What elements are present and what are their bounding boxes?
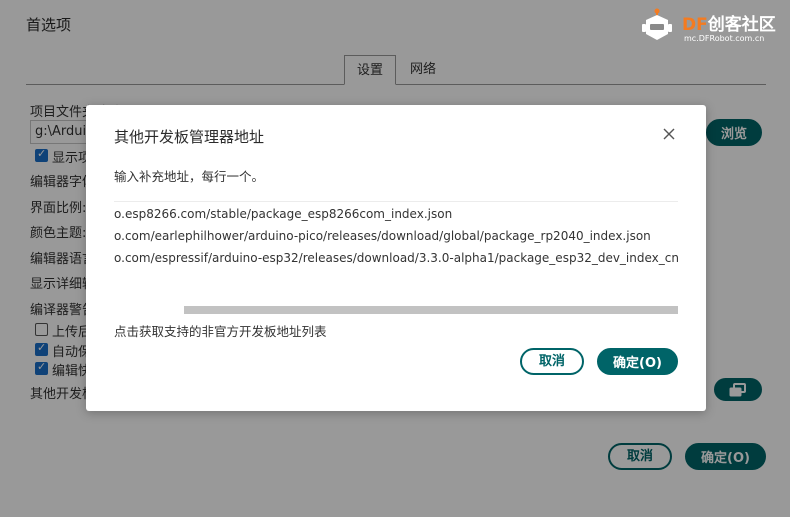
horizontal-scrollbar-thumb[interactable]	[184, 306, 678, 314]
dfrobot-watermark: DF创客社区 mc.DFRobot.com.cn	[640, 6, 790, 50]
urls-textarea[interactable]: o.esp8266.com/stable/package_esp8266com_…	[114, 201, 678, 314]
dialog-cancel-button[interactable]: 取消	[520, 348, 584, 375]
url-line: o.esp8266.com/stable/package_esp8266com_…	[114, 207, 453, 221]
url-line: o.com/espressif/arduino-esp32/releases/d…	[114, 251, 678, 265]
robot-logo-icon	[642, 8, 672, 40]
watermark-brand: DF创客社区	[682, 10, 776, 35]
additional-boards-dialog: 其他开发板管理器地址 输入补充地址，每行一个。 o.esp8266.com/st…	[86, 105, 706, 411]
dialog-title: 其他开发板管理器地址	[114, 128, 265, 146]
close-icon[interactable]	[660, 125, 678, 143]
dialog-instruction: 输入补充地址，每行一个。	[114, 169, 265, 184]
url-line: o.com/earlephilhower/arduino-pico/releas…	[114, 229, 651, 243]
unofficial-boards-list-link[interactable]: 点击获取支持的非官方开发板地址列表	[114, 321, 327, 340]
dialog-ok-button[interactable]: 确定(O)	[597, 348, 678, 375]
watermark-url: mc.DFRobot.com.cn	[684, 34, 765, 43]
watermark-brand-prefix: DF	[682, 15, 708, 35]
watermark-brand-rest: 创客社区	[707, 15, 776, 35]
